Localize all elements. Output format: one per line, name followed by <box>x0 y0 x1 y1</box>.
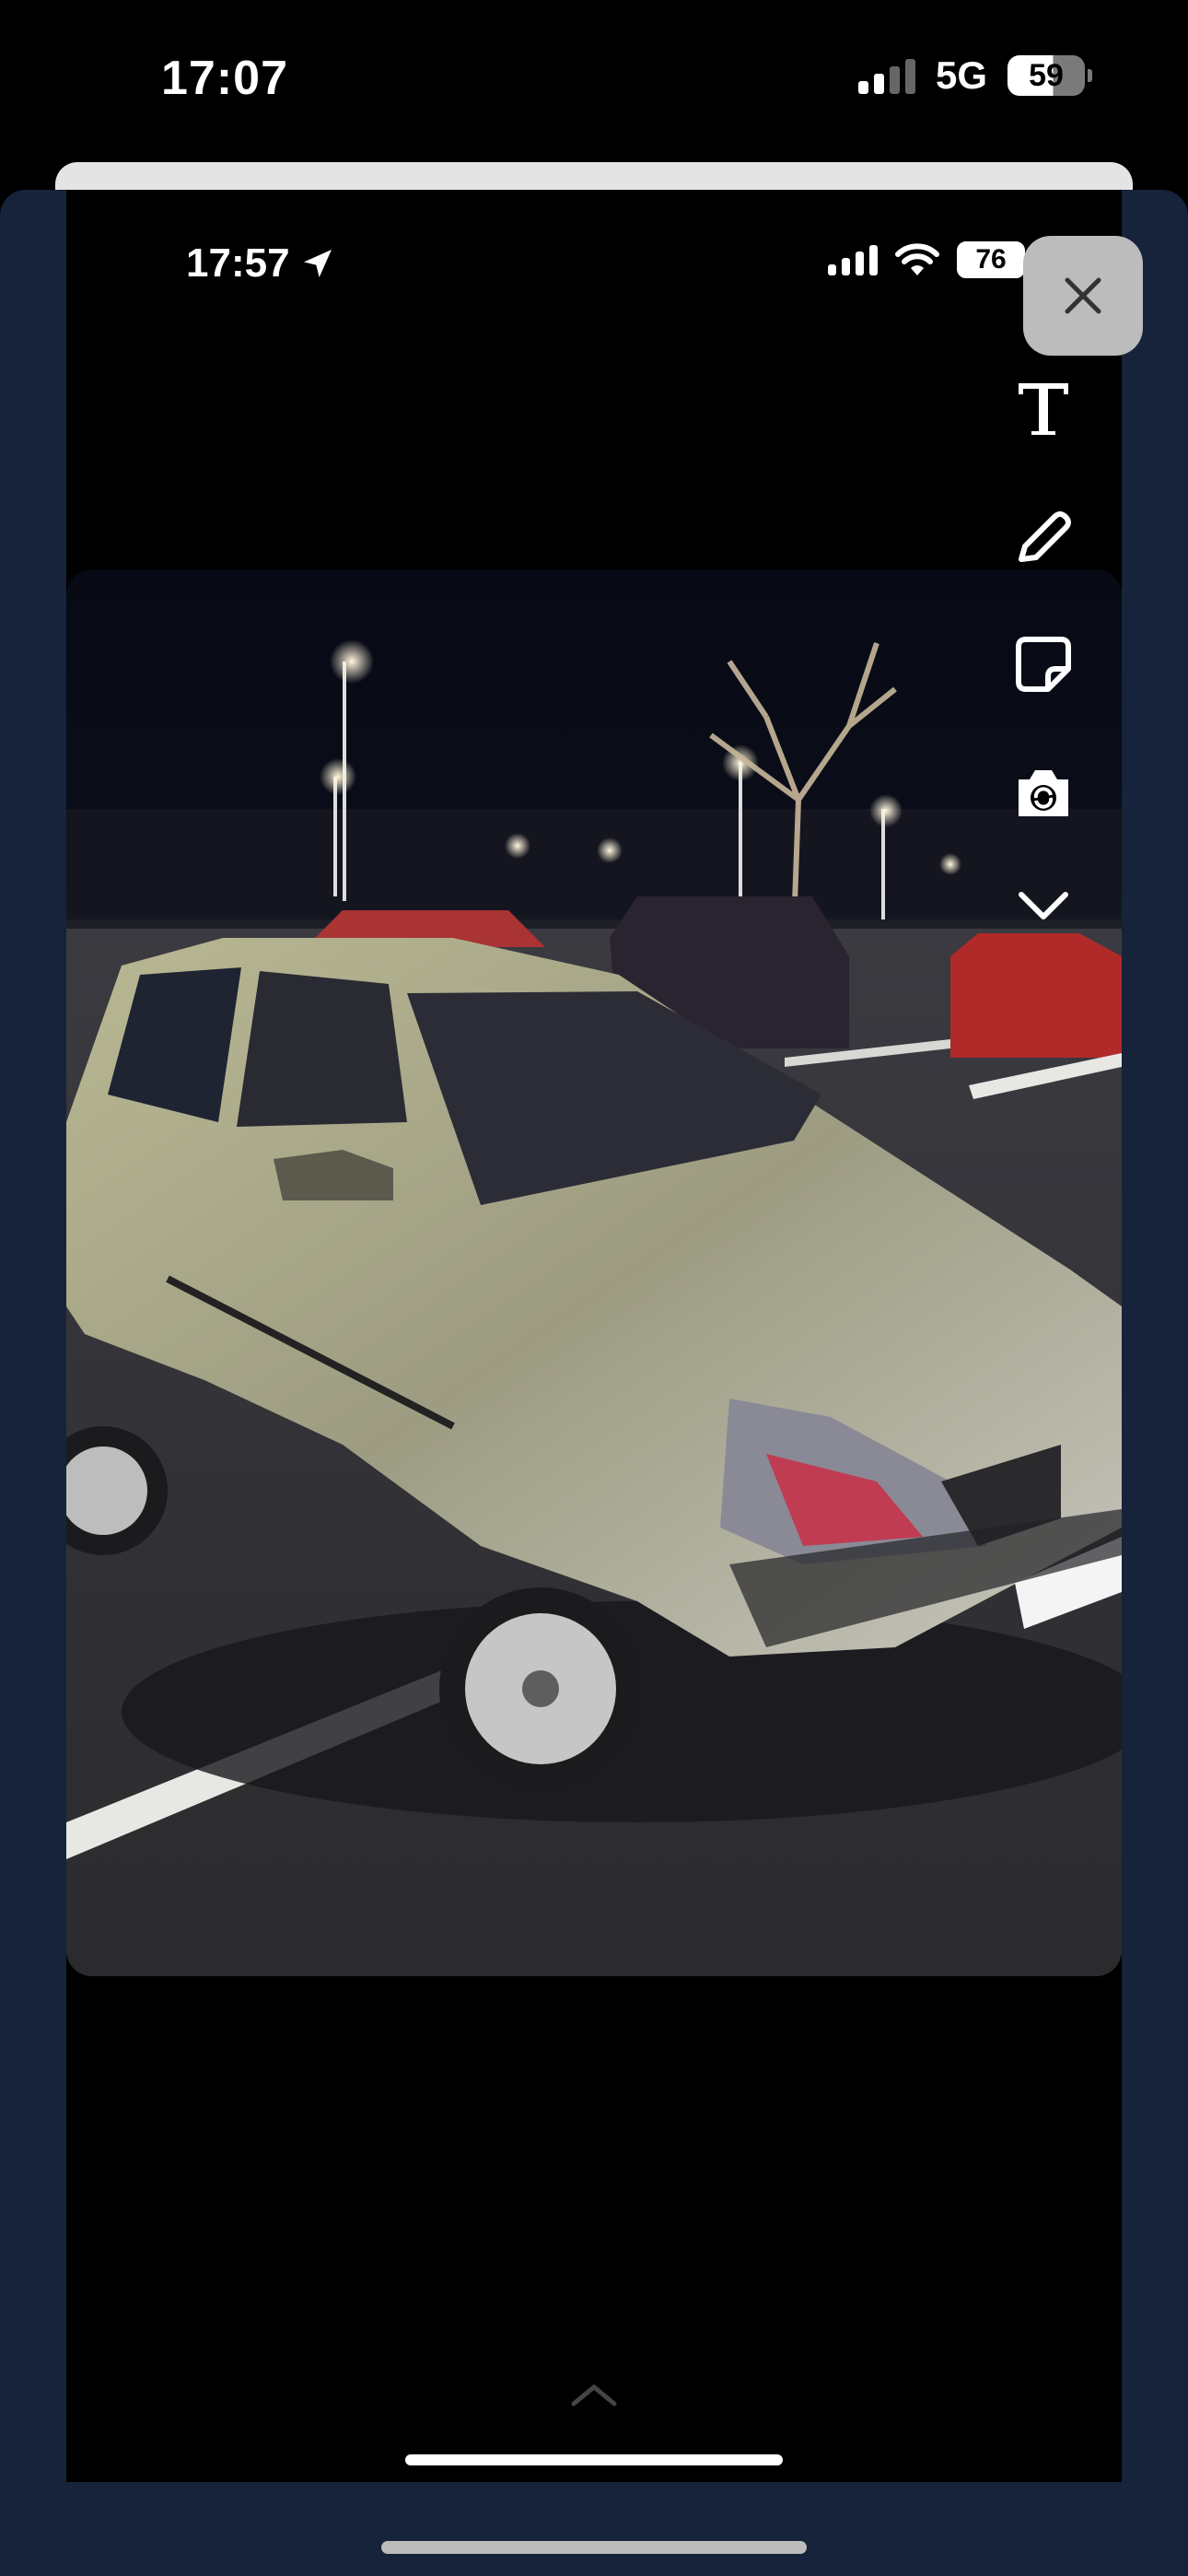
outer-status-bar: 17:07 5G 59 <box>0 0 1188 166</box>
story-photo <box>66 569 1122 1976</box>
location-arrow-icon <box>303 250 332 277</box>
draw-tool-button[interactable] <box>1004 498 1082 576</box>
chevron-down-icon <box>1018 891 1068 919</box>
battery-icon: 76 <box>957 241 1025 278</box>
sticker-tool-button[interactable] <box>1004 625 1082 703</box>
close-icon <box>1065 277 1101 314</box>
text-icon <box>1018 382 1068 435</box>
close-button[interactable] <box>1023 236 1143 356</box>
pencil-icon <box>1018 510 1071 562</box>
inner-status-time: 17:57 <box>186 240 290 286</box>
camera-tool-button[interactable] <box>1004 754 1082 832</box>
chevron-up-icon[interactable] <box>566 2382 622 2409</box>
inner-status-time-group: 17:57 <box>186 240 336 287</box>
inner-status-right: 76 <box>828 241 1025 278</box>
network-label: 5G <box>935 53 987 97</box>
outer-status-time: 17:07 <box>161 52 288 105</box>
signal-icon <box>857 57 915 94</box>
outer-status-right: 5G 59 <box>857 53 1092 98</box>
signal-icon <box>828 244 878 275</box>
more-tools-button[interactable] <box>1004 866 1082 944</box>
inner-home-indicator[interactable] <box>405 2454 783 2465</box>
text-tool-button[interactable] <box>1004 369 1082 447</box>
wifi-icon <box>895 243 939 275</box>
home-indicator[interactable] <box>381 2541 807 2554</box>
battery-level: 59 <box>1029 57 1064 93</box>
battery-icon: 59 <box>1007 55 1092 96</box>
camera-swap-icon <box>1018 769 1068 816</box>
battery-level: 76 <box>975 244 1007 275</box>
sticker-icon <box>1015 636 1071 692</box>
